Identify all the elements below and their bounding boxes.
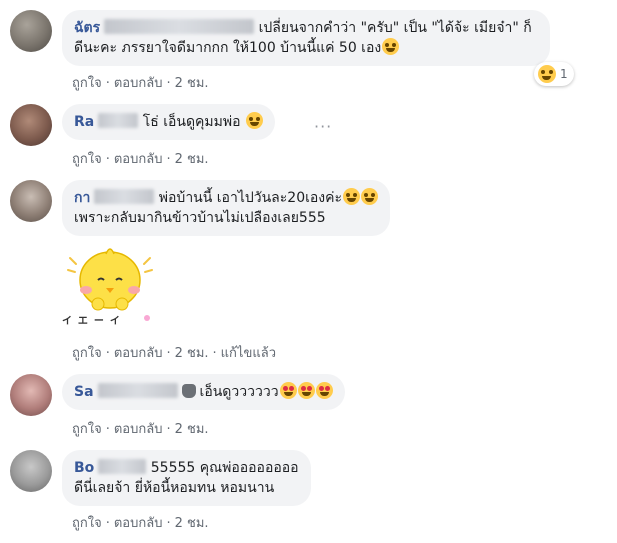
comment-text: พ่อบ้านนี้ เอาไปวันละ20เองค่ะ — [158, 190, 343, 206]
comment-text: ดีนะคะ ภรรยาใจดีมากกก ให้100 บ้านนี้แค่ … — [74, 40, 382, 56]
comment-text: เพราะกลับมากินข้าวบ้านไม่เปลืองเลย555 — [74, 210, 326, 226]
commenter-name[interactable]: กา — [74, 190, 90, 206]
commenter-name[interactable]: Ra — [74, 114, 94, 130]
edited-link[interactable]: แก้ไขแล้ว — [221, 346, 276, 361]
commenter-name[interactable]: Sa — [74, 384, 94, 400]
grin-emoji-icon — [343, 188, 361, 205]
like-link[interactable]: ถูกใจ — [72, 516, 102, 531]
comment-bubble: ฉัตร เปลี่ยนจากคำว่า "ครับ" เป็น "ได้จ้ะ… — [62, 10, 550, 66]
timestamp[interactable]: 2 ชม. — [175, 152, 209, 167]
comment-line: ดีนี่เลยจ้า ยี่ห้อนี้หอมทน หอมนาน — [74, 478, 299, 498]
comment-bubble: Bo 55555 คุณพ่ออออออออ ดีนี่เลยจ้า ยี่ห้… — [62, 450, 311, 506]
commenter-name[interactable]: Bo — [74, 460, 94, 476]
comment-text: 55555 คุณพ่ออออออออ — [150, 460, 299, 476]
like-link[interactable]: ถูกใจ — [72, 76, 102, 91]
like-link[interactable]: ถูกใจ — [72, 422, 102, 437]
reply-link[interactable]: ตอบกลับ — [114, 516, 163, 531]
comment-text: ดีนี่เลยจ้า ยี่ห้อนี้หอมทน หอมนาน — [74, 480, 275, 496]
blurred-name — [104, 19, 255, 34]
reply-link[interactable]: ตอบกลับ — [114, 346, 163, 361]
heart-eyes-emoji-icon — [315, 382, 333, 399]
comment-bubble: Ra โธ่ เอ็นดูคุมมพ่อ — [62, 104, 275, 140]
sweat-smile-emoji-icon — [245, 112, 263, 129]
comment-bubble: กา พ่อบ้านนี้ เอาไปวันละ20เองค่ะ เพราะกล… — [62, 180, 391, 236]
comment-actions: ถูกใจ · ตอบกลับ · 2 ชม. — [72, 516, 209, 531]
heart-eyes-emoji-icon — [297, 382, 315, 399]
like-link[interactable]: ถูกใจ — [72, 346, 102, 361]
reaction-count: 1 — [560, 67, 568, 81]
avatar[interactable] — [10, 374, 52, 416]
more-options-icon[interactable]: ··· — [314, 117, 332, 136]
avatar[interactable] — [10, 104, 52, 146]
sticker-image[interactable]: イエーイ — [60, 238, 160, 330]
comment-actions: ถูกใจ · ตอบกลับ · 2 ชม. — [72, 152, 209, 167]
blurred-name — [98, 113, 139, 128]
blurred-name — [94, 189, 155, 204]
like-link[interactable]: ถูกใจ — [72, 152, 102, 167]
comment-line: Bo 55555 คุณพ่ออออออออ — [74, 458, 299, 478]
reaction-badge[interactable]: 1 — [534, 62, 574, 86]
comment-actions: ถูกใจ · ตอบกลับ · 2 ชม. · แก้ไขแล้ว — [72, 346, 276, 361]
reply-link[interactable]: ตอบกลับ — [114, 152, 163, 167]
grin-emoji-icon — [382, 38, 400, 55]
avatar[interactable] — [10, 450, 52, 492]
comment-line: กา พ่อบ้านนี้ เอาไปวันละ20เองค่ะ — [74, 188, 379, 208]
comment-text: เอ็นดูวววววว — [199, 384, 279, 400]
avatar[interactable] — [10, 10, 52, 52]
comment-text: โธ่ เอ็นดูคุมมพ่อ — [142, 114, 241, 130]
heart-eyes-emoji-icon — [279, 382, 297, 399]
timestamp[interactable]: 2 ชม. — [175, 422, 209, 437]
commenter-name[interactable]: ฉัตร — [74, 20, 100, 36]
reply-link[interactable]: ตอบกลับ — [114, 76, 163, 91]
comment-bubble: Sa เอ็นดูวววววว — [62, 374, 345, 410]
blurred-name — [97, 383, 178, 398]
sticker-caption: イエーイ — [62, 316, 126, 327]
timestamp[interactable]: 2 ชม. — [175, 516, 209, 531]
reply-link[interactable]: ตอบกลับ — [114, 422, 163, 437]
comment-actions: ถูกใจ · ตอบกลับ · 2 ชม. — [72, 422, 209, 437]
comment-line: ฉัตร เปลี่ยนจากคำว่า "ครับ" เป็น "ได้จ้ะ… — [74, 18, 538, 38]
comment-line: ดีนะคะ ภรรยาใจดีมากกก ให้100 บ้านนี้แค่ … — [74, 38, 538, 58]
blurred-name — [98, 459, 147, 474]
avatar[interactable] — [10, 180, 52, 222]
comment-text: เปลี่ยนจากคำว่า "ครับ" เป็น "ได้จ้ะ เมีย… — [258, 20, 532, 36]
comment-line: เพราะกลับมากินข้าวบ้านไม่เปลืองเลย555 — [74, 208, 378, 228]
wave-hand-icon — [181, 384, 196, 398]
laughing-emoji-icon — [538, 65, 556, 83]
timestamp[interactable]: 2 ชม. — [175, 76, 209, 91]
timestamp[interactable]: 2 ชม. — [175, 346, 209, 361]
comment-actions: ถูกใจ · ตอบกลับ · 2 ชม. — [72, 76, 209, 91]
grin-emoji-icon — [361, 188, 379, 205]
